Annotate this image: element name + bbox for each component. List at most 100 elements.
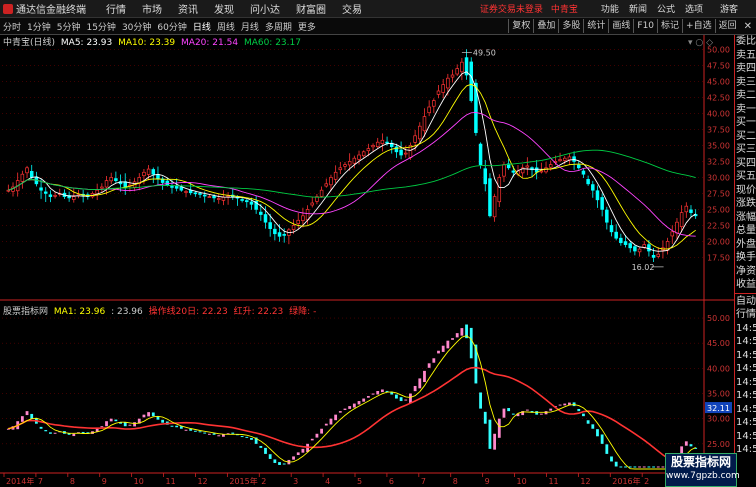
menu-gongshi[interactable]: 公式 bbox=[652, 2, 680, 15]
candle-body bbox=[142, 171, 146, 177]
diejia-button[interactable]: 叠加 bbox=[533, 19, 558, 33]
indicator-bar bbox=[469, 327, 473, 359]
login-notice[interactable]: 证券交易未登录 bbox=[480, 2, 543, 15]
menu-faxian[interactable]: 发现 bbox=[206, 1, 242, 16]
candle-body bbox=[567, 156, 572, 161]
indicator-bar bbox=[296, 452, 300, 456]
period-15min[interactable]: 15分钟 bbox=[83, 20, 118, 33]
period-30min[interactable]: 30分钟 bbox=[119, 20, 154, 33]
candle-body bbox=[361, 151, 366, 157]
menu-wenxiaoda[interactable]: 问小达 bbox=[242, 1, 288, 16]
chart-settings-icon[interactable]: ▾ ○ ◇ bbox=[688, 38, 713, 48]
period-more[interactable]: 更多 bbox=[295, 20, 319, 33]
menu-shichang[interactable]: 市场 bbox=[134, 1, 170, 16]
tongji-button[interactable]: 统计 bbox=[583, 19, 608, 33]
indicator-bar bbox=[483, 411, 487, 424]
period-monthly[interactable]: 月线 bbox=[238, 20, 262, 33]
indicator-bar bbox=[596, 429, 599, 437]
f10-button[interactable]: F10 bbox=[633, 19, 657, 33]
period-weekly[interactable]: 周线 bbox=[214, 20, 238, 33]
huaxian-button[interactable]: 画线 bbox=[608, 19, 633, 33]
panel-label: 收益 bbox=[736, 279, 756, 290]
period-daily[interactable]: 日线 bbox=[190, 20, 214, 33]
candle-body bbox=[460, 61, 464, 73]
x-tick-label: 11 bbox=[166, 477, 176, 486]
y-tick-label: 50.00 bbox=[707, 314, 730, 323]
tick-time: 14:56 bbox=[736, 363, 756, 374]
indicator-bar bbox=[357, 401, 361, 405]
indicator-bar bbox=[147, 412, 151, 417]
indicator-bar bbox=[371, 393, 375, 395]
kline-charts[interactable]: 50.00 47.50 45.00 42.50 40.00 37.50 35.00 32.50… bbox=[0, 35, 734, 487]
period-multi[interactable]: 多周期 bbox=[262, 20, 295, 33]
menu-xuanxiang[interactable]: 选项 bbox=[680, 2, 708, 15]
low-price-label: 16.02 bbox=[632, 263, 655, 272]
close-icon[interactable]: ✕ bbox=[740, 21, 756, 32]
menu-hangqing[interactable]: 行情 bbox=[98, 1, 134, 16]
indicator-bar bbox=[109, 418, 113, 422]
legend-green-down: 绿降: - bbox=[289, 307, 317, 317]
legend-ma20: MA20: 21.54 bbox=[181, 38, 239, 48]
candle-body bbox=[432, 100, 436, 107]
indicator-bar bbox=[446, 340, 450, 349]
period-60min[interactable]: 60分钟 bbox=[154, 20, 189, 33]
candle-body bbox=[305, 209, 310, 221]
indicator-bar bbox=[105, 421, 108, 427]
x-tick-label: 12 bbox=[580, 477, 590, 486]
x-tick-label: 8 bbox=[70, 477, 75, 486]
indicator-bar bbox=[661, 466, 665, 468]
indicator-bar bbox=[39, 426, 43, 429]
y-tick-label: 45.00 bbox=[707, 339, 730, 348]
candle-body bbox=[399, 149, 403, 156]
menu-zixun[interactable]: 资讯 bbox=[170, 1, 206, 16]
candle-body bbox=[595, 190, 600, 201]
candle-body bbox=[347, 161, 352, 166]
period-fenshi[interactable]: 分时 bbox=[0, 20, 24, 33]
panel-label: 买二 bbox=[736, 130, 756, 142]
indicator-bar bbox=[81, 431, 85, 433]
biaoji-button[interactable]: 标记 bbox=[657, 19, 682, 33]
add-watchlist-button[interactable]: +自选 bbox=[682, 19, 715, 33]
legend-ma1: MA1: 23.96 bbox=[53, 307, 106, 317]
menu-gongneng[interactable]: 功能 bbox=[596, 2, 624, 15]
indicator-bar bbox=[282, 463, 286, 465]
candle-body bbox=[544, 167, 548, 173]
indicator-bar bbox=[549, 408, 553, 411]
quote-side-panel: 委比 卖五 卖四 卖三 卖二 卖一 买一 买二 买三 买四 买五 现价 涨跌 涨幅 总量 外盘 换手 净资 收益 自… bbox=[734, 35, 756, 487]
y-tick-label: 27.50 bbox=[707, 189, 730, 198]
indicator-bar bbox=[25, 411, 29, 416]
candle-body bbox=[684, 205, 689, 213]
fuquan-button[interactable]: 复权 bbox=[508, 19, 533, 33]
indicator-bar bbox=[437, 350, 440, 354]
back-button[interactable]: 返回 bbox=[714, 19, 740, 33]
candle-body bbox=[418, 125, 422, 140]
user-guest[interactable]: 游客 bbox=[720, 2, 738, 15]
period-1min[interactable]: 1分钟 bbox=[24, 20, 54, 33]
x-tick-label: 2014年 bbox=[6, 476, 34, 486]
candle-body bbox=[623, 241, 628, 245]
indicator-bar bbox=[329, 418, 333, 425]
duogu-button[interactable]: 多股 bbox=[558, 19, 583, 33]
x-tick-label: 9 bbox=[102, 477, 107, 486]
candle-body bbox=[202, 194, 207, 197]
y-tick-label: 35.00 bbox=[707, 141, 730, 150]
period-5min[interactable]: 5分钟 bbox=[54, 20, 84, 33]
y-tick-label: 42.50 bbox=[707, 93, 730, 102]
menu-caifuquan[interactable]: 财富圈 bbox=[288, 1, 334, 16]
candle-body bbox=[249, 201, 254, 205]
candle-body bbox=[562, 157, 567, 161]
indicator-bar bbox=[507, 408, 511, 412]
candle-body bbox=[165, 180, 170, 186]
candle-body bbox=[319, 189, 324, 197]
panel-label: 现价 bbox=[736, 184, 756, 196]
indicator-bar bbox=[605, 444, 609, 454]
indicator-bar bbox=[395, 394, 398, 399]
candle-body bbox=[324, 183, 329, 187]
indicator-bar bbox=[652, 466, 655, 468]
indicator-bar bbox=[198, 431, 202, 433]
menu-jiaoyi[interactable]: 交易 bbox=[334, 1, 370, 16]
menu-xinwen[interactable]: 新闻 bbox=[624, 2, 652, 15]
indicator-bar bbox=[591, 424, 595, 429]
indicator-bar bbox=[418, 378, 422, 389]
candle-body bbox=[422, 116, 427, 132]
